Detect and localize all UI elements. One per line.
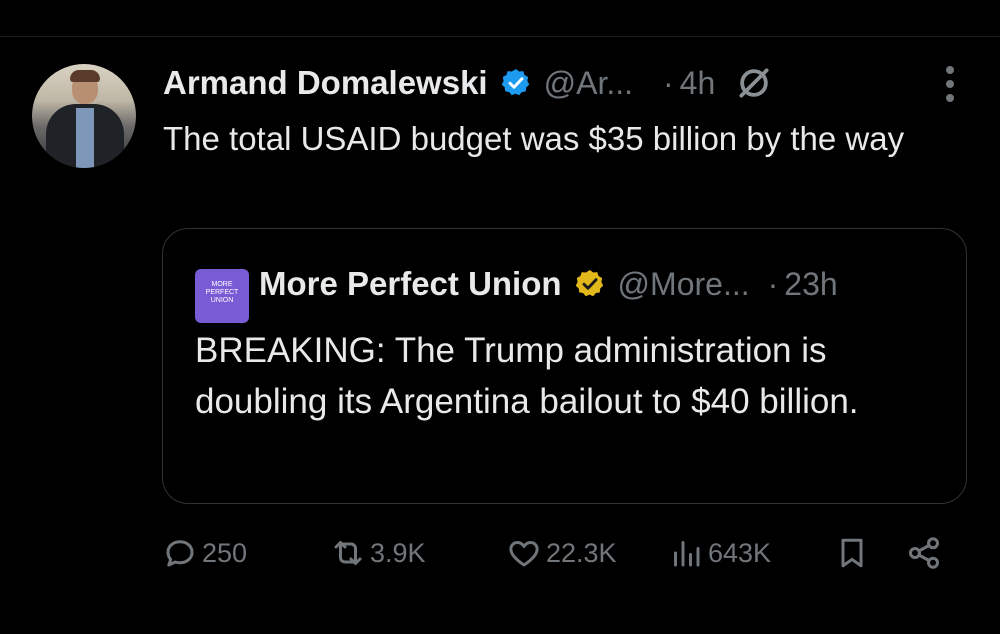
action-bar: 250 3.9K 22.3K 643K bbox=[0, 528, 1000, 578]
tweet-text: The total USAID budget was $35 billion b… bbox=[163, 120, 905, 157]
share-icon bbox=[909, 537, 939, 569]
reply-icon bbox=[166, 540, 194, 567]
quote-author-handle[interactable]: @More... bbox=[618, 266, 750, 303]
grok-icon[interactable] bbox=[735, 64, 773, 102]
like-button[interactable]: 22.3K bbox=[506, 528, 617, 578]
verified-badge-icon[interactable] bbox=[500, 67, 532, 99]
bookmark-button[interactable] bbox=[834, 528, 874, 578]
author-name[interactable]: Armand Domalewski bbox=[163, 64, 488, 102]
author-avatar[interactable] bbox=[32, 64, 136, 168]
tweet-header: Armand Domalewski @Ar... · 4h bbox=[163, 58, 773, 108]
avatar-figure-hair bbox=[70, 70, 100, 82]
more-options-icon[interactable] bbox=[938, 64, 962, 104]
quote-separator-dot: · bbox=[767, 265, 779, 302]
views-count: 643K bbox=[708, 537, 772, 568]
quote-author-name[interactable]: More Perfect Union bbox=[259, 265, 562, 303]
post-time[interactable]: 4h bbox=[680, 65, 716, 102]
quote-post-time[interactable]: 23h bbox=[784, 266, 837, 303]
gold-verified-badge-icon bbox=[575, 270, 603, 297]
quote-header: More Perfect Union @More... · 23h bbox=[259, 259, 838, 309]
views-icon bbox=[674, 541, 700, 567]
reply-button[interactable]: 250 bbox=[162, 528, 247, 578]
bookmark-icon bbox=[841, 538, 863, 568]
author-handle[interactable]: @Ar... bbox=[544, 65, 633, 102]
quote-text: BREAKING: The Trump administration is do… bbox=[195, 331, 859, 421]
like-icon bbox=[509, 541, 539, 567]
quoted-tweet-card[interactable]: MORE PERFECT UNION More Perfect Union @M… bbox=[162, 228, 967, 504]
like-count: 22.3K bbox=[546, 537, 617, 568]
reply-count: 250 bbox=[202, 537, 248, 568]
separator-dot: · bbox=[663, 64, 674, 101]
quote-author-logo[interactable]: MORE PERFECT UNION bbox=[195, 269, 249, 323]
repost-count: 3.9K bbox=[370, 537, 426, 568]
repost-icon bbox=[334, 541, 362, 565]
repost-button[interactable]: 3.9K bbox=[330, 528, 426, 578]
top-divider bbox=[0, 36, 1000, 37]
avatar-figure-shirt bbox=[76, 108, 94, 168]
share-button[interactable] bbox=[906, 528, 946, 578]
views-button[interactable]: 643K bbox=[668, 528, 771, 578]
